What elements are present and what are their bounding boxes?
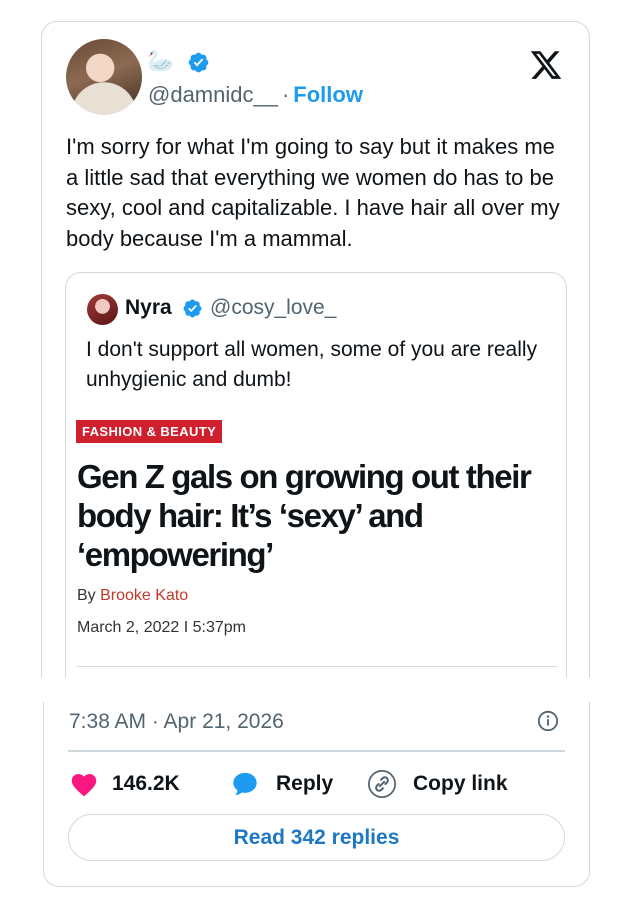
follow-button[interactable]: Follow: [293, 82, 363, 107]
author-handle[interactable]: @damnidc__: [148, 82, 278, 107]
like-count: 146.2K: [112, 772, 180, 795]
verified-badge-icon: [188, 52, 209, 73]
info-icon[interactable]: [537, 710, 559, 732]
footer-divider: [68, 750, 565, 752]
tweet-footer: 7:38 AM · Apr 21, 2026 146.2K Reply Copy…: [43, 702, 590, 887]
separator-dot: ·: [281, 82, 290, 107]
article-divider: [77, 666, 557, 667]
byline-prefix: By: [77, 587, 96, 604]
heart-icon: [71, 773, 97, 797]
link-icon: [368, 770, 396, 798]
article-image: FASHION & BEAUTY Gen Z gals on growing o…: [74, 420, 558, 678]
quoted-tweet[interactable]: Nyra @cosy_love_ I don't support all wom…: [65, 272, 567, 678]
quoted-author-name: Nyra: [125, 296, 172, 319]
copy-link-button[interactable]: Copy link: [367, 768, 508, 800]
swan-emoji: 🦢: [147, 48, 175, 73]
tweet-card: 🦢 @damnidc__ · Follow I'm sorry for what I…: [41, 21, 590, 678]
reply-label: Reply: [276, 772, 334, 795]
tweet-text: I'm sorry for what I'm going to say but …: [66, 134, 560, 251]
article-byline: By Brooke Kato: [77, 587, 188, 605]
reply-bubble-icon: [233, 772, 257, 796]
article-headline: Gen Z gals on growing out their body hai…: [77, 458, 532, 573]
article-date: March 2, 2022 I 5:37pm: [77, 619, 246, 636]
author-avatar[interactable]: [66, 39, 142, 115]
read-replies-button[interactable]: Read 342 replies: [68, 814, 565, 861]
author-handle-row: @damnidc__ · Follow: [148, 82, 363, 108]
tweet-timestamp[interactable]: 7:38 AM · Apr 21, 2026: [69, 710, 284, 734]
reply-button[interactable]: Reply: [230, 768, 333, 800]
x-logo-icon[interactable]: [528, 48, 564, 82]
article-category-tag: FASHION & BEAUTY: [76, 420, 223, 443]
quoted-avatar[interactable]: [87, 294, 118, 325]
article-author: Brooke Kato: [100, 587, 189, 604]
copy-link-label: Copy link: [413, 772, 508, 795]
verified-badge-icon: [183, 299, 202, 318]
like-button[interactable]: 146.2K: [70, 768, 180, 800]
quoted-author-handle: @cosy_love_: [210, 296, 337, 319]
quoted-tweet-text: I don't support all women, some of you a…: [86, 338, 538, 391]
